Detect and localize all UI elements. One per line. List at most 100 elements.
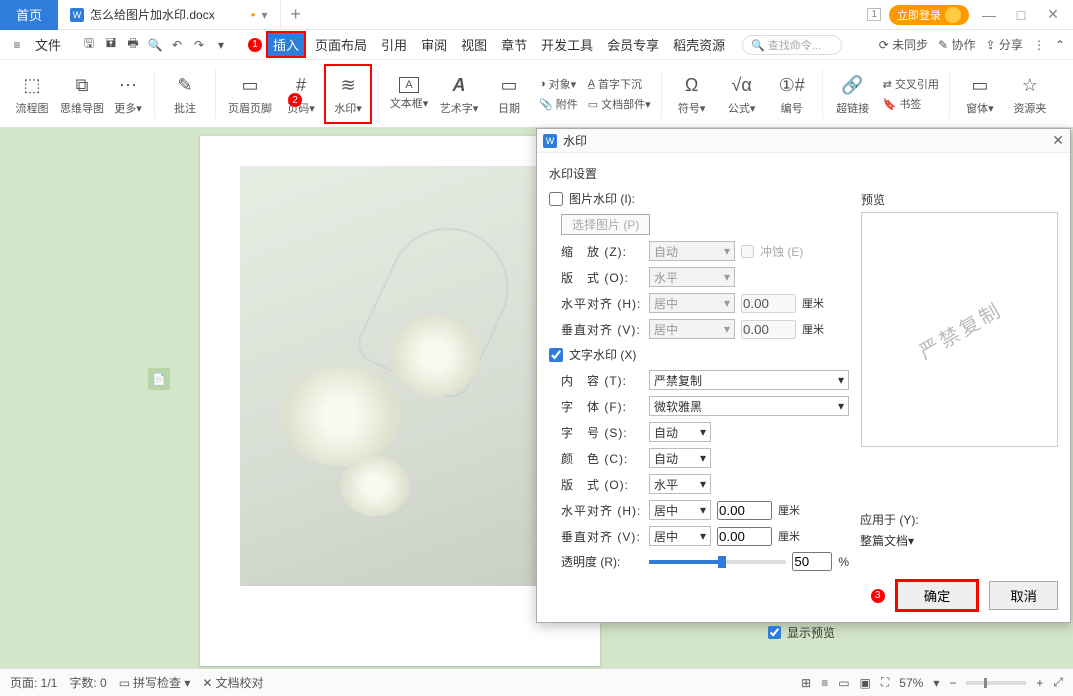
ribbon-form[interactable]: ▭窗体▾ [956, 64, 1004, 124]
spellcheck-button[interactable]: ▭ 拼写检查 ▾ [119, 674, 191, 691]
command-search[interactable]: 🔍 查找命令... [742, 35, 842, 55]
parts-icon: ▭ [588, 98, 598, 111]
proofread-button[interactable]: ✕ 文档校对 [202, 674, 263, 691]
layout2-select[interactable]: 水平▾ [649, 474, 711, 494]
menu-icon[interactable]: ≡ [8, 36, 26, 54]
ribbon-pagenum[interactable]: 2#页码▾ [280, 64, 322, 124]
share-button[interactable]: ⇪ 分享 [986, 36, 1023, 53]
valign2-select[interactable]: 居中▾ [649, 526, 711, 546]
ribbon-crossref[interactable]: ⇄交叉引用 [879, 75, 943, 93]
valign-spin[interactable] [741, 320, 796, 339]
opacity-value[interactable] [792, 552, 832, 571]
apply-select[interactable]: 整篇文档▾ [860, 532, 1055, 554]
view-icon-4[interactable]: ▣ [860, 676, 871, 690]
zoom-out[interactable]: − [949, 676, 956, 690]
collapse-icon[interactable]: ⌃ [1055, 38, 1065, 52]
ribbon-equation[interactable]: √α公式▾ [718, 64, 766, 124]
ok-button[interactable]: 确定 [895, 579, 980, 612]
halign2-spin[interactable] [717, 501, 772, 520]
view-icon-1[interactable]: ⊞ [801, 676, 811, 690]
page-indicator[interactable]: 页面: 1/1 [10, 674, 57, 691]
ribbon-date[interactable]: ▭日期 [485, 64, 533, 124]
ribbon-bookmark[interactable]: 🔖书签 [879, 95, 943, 113]
menu-insert[interactable]: 插入 [266, 31, 306, 58]
text-watermark-checkbox[interactable] [549, 348, 563, 362]
fullscreen-icon[interactable]: ⤢ [1053, 675, 1063, 690]
redo-icon[interactable]: ↷ [190, 36, 208, 54]
view-icon-2[interactable]: ≡ [821, 676, 828, 690]
view-icon-3[interactable]: ▭ [838, 676, 849, 690]
menu-view[interactable]: 视图 [456, 33, 492, 56]
save-icon[interactable]: 🖫 [80, 36, 98, 54]
ribbon-comment[interactable]: ✎批注 [161, 64, 209, 124]
zoom-value[interactable]: 57% [899, 676, 923, 690]
ribbon-flowchart[interactable]: ⬚流程图 [8, 64, 56, 124]
dropdown-icon[interactable]: ▾ [212, 36, 230, 54]
undo-icon[interactable]: ↶ [168, 36, 186, 54]
halign2-select[interactable]: 居中▾ [649, 500, 711, 520]
ribbon-hyperlink[interactable]: 🔗超链接 [829, 64, 877, 124]
zoom-select[interactable]: 自动▾ [649, 241, 735, 261]
menu-member[interactable]: 会员专享 [602, 33, 664, 56]
menu-docer[interactable]: 稻壳资源 [668, 33, 730, 56]
titlebar: 首页 W 怎么给图片加水印.docx ● ▾ + 1 立即登录 — □ ✕ [0, 0, 1073, 30]
side-tab-icon[interactable]: 📄 [148, 368, 170, 390]
preview-icon[interactable]: 🔍 [146, 36, 164, 54]
opacity-slider[interactable] [649, 560, 786, 564]
close-button[interactable]: ✕ [1041, 6, 1065, 23]
color-select[interactable]: 自动▾ [649, 448, 711, 468]
ribbon-wordart[interactable]: A艺术字▾ [435, 64, 483, 124]
zoom-slider[interactable] [966, 681, 1026, 685]
menu-section[interactable]: 章节 [496, 33, 532, 56]
font-select[interactable]: 微软雅黑▾ [649, 396, 849, 416]
halign-spin[interactable] [741, 294, 796, 313]
ribbon-parts[interactable]: ▭文档部件▾ [584, 95, 655, 113]
ribbon-headerfooter[interactable]: ▭页眉页脚 [222, 64, 278, 124]
ribbon-numbering[interactable]: ①#编号 [768, 64, 816, 124]
minimize-button[interactable]: — [977, 7, 1001, 23]
menu-pagelayout[interactable]: 页面布局 [310, 33, 372, 56]
content-select[interactable]: 严禁复制▾ [649, 370, 849, 390]
size-select[interactable]: 自动▾ [649, 422, 711, 442]
ribbon-dropcap[interactable]: A̲首字下沉 [584, 75, 655, 93]
saveas-icon[interactable]: 🖬 [102, 36, 120, 54]
halign-select[interactable]: 居中▾ [649, 293, 735, 313]
layout-select[interactable]: 水平▾ [649, 267, 735, 287]
ribbon-more[interactable]: ⋯更多▾ [108, 64, 148, 124]
tab-home[interactable]: 首页 [0, 0, 58, 30]
doc-dropdown-icon[interactable]: ▾ [262, 8, 268, 22]
valign-select[interactable]: 居中▾ [649, 319, 735, 339]
zoom-in[interactable]: + [1036, 676, 1043, 690]
ribbon-attachment[interactable]: 📎附件 [535, 95, 582, 113]
word-count[interactable]: 字数: 0 [69, 674, 106, 691]
menu-devtools[interactable]: 开发工具 [536, 33, 598, 56]
maximize-button[interactable]: □ [1009, 7, 1033, 23]
new-tab-button[interactable]: + [281, 4, 311, 25]
ribbon-resource[interactable]: ☆资源夹 [1006, 64, 1054, 124]
menu-reference[interactable]: 引用 [376, 33, 412, 56]
more-icon[interactable]: ⋮ [1033, 38, 1045, 52]
dialog-close-button[interactable]: ✕ [1052, 132, 1064, 149]
login-button[interactable]: 立即登录 [889, 5, 969, 25]
ribbon-watermark[interactable]: ≋水印▾ [324, 64, 372, 124]
ribbon-symbol[interactable]: Ω符号▾ [668, 64, 716, 124]
cancel-button[interactable]: 取消 [989, 581, 1058, 610]
ribbon-object[interactable]: ◑对象▾ [535, 75, 582, 93]
print-icon[interactable]: 🖶 [124, 36, 142, 54]
collab-button[interactable]: ✎ 协作 [938, 36, 975, 53]
pic-watermark-checkbox[interactable] [549, 192, 563, 206]
sync-status[interactable]: ⟳ 未同步 [879, 36, 928, 53]
valign2-spin[interactable] [717, 527, 772, 546]
ribbon-textbox[interactable]: A文本框▾ [385, 64, 433, 124]
washout-checkbox[interactable] [741, 245, 754, 258]
ribbon-mindmap[interactable]: ⧉思维导图 [58, 64, 106, 124]
menu-review[interactable]: 审阅 [416, 33, 452, 56]
file-menu[interactable]: 文件 [30, 33, 66, 56]
select-pic-button[interactable]: 选择图片 (P) [561, 214, 650, 235]
show-preview-checkbox[interactable] [768, 626, 781, 639]
zoom-dropdown[interactable]: ▾ [933, 676, 939, 690]
fit-icon[interactable]: ⛶ [881, 675, 889, 690]
tab-document[interactable]: W 怎么给图片加水印.docx ● ▾ [58, 0, 281, 30]
dialog-titlebar[interactable]: W 水印 ✕ [537, 129, 1070, 153]
dialog-title: 水印 [563, 132, 587, 149]
